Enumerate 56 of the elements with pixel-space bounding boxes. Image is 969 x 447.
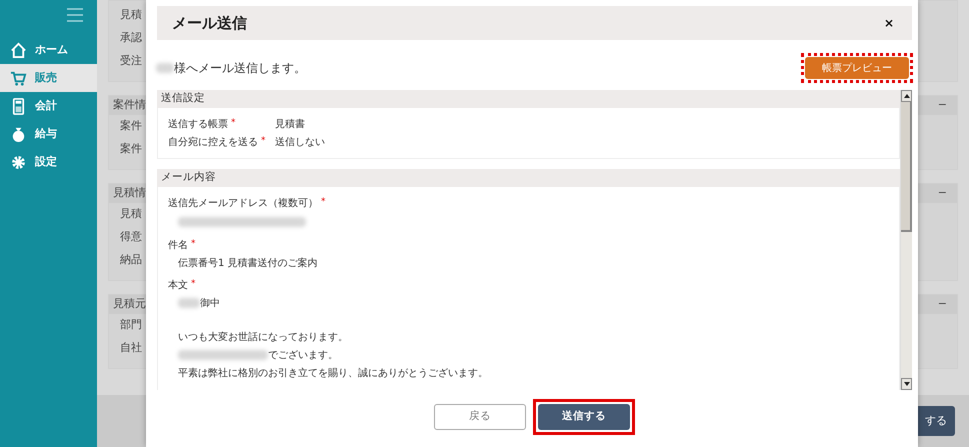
body-text: 伝票番号1 見積書送付のご案内 bbox=[178, 256, 318, 270]
field-label: 納品 bbox=[120, 252, 142, 268]
required-mark: * bbox=[321, 196, 326, 210]
required-mark: * bbox=[191, 278, 196, 292]
home-icon bbox=[10, 42, 27, 58]
required-mark: * bbox=[261, 134, 266, 148]
menu-icon[interactable] bbox=[67, 8, 83, 22]
money-bag-icon bbox=[10, 126, 27, 142]
scrollbar[interactable] bbox=[900, 90, 912, 390]
field-label: 承認 bbox=[120, 30, 142, 46]
field-label: 受注 bbox=[120, 53, 142, 70]
back-button[interactable]: 戻る bbox=[434, 404, 526, 430]
preview-button[interactable]: 帳票プレビュー bbox=[805, 57, 909, 79]
calculator-icon bbox=[10, 98, 27, 114]
field-value: 見積書 bbox=[275, 118, 305, 132]
sidebar-item[interactable]: 給与 bbox=[0, 120, 97, 148]
field-value: 送信しない bbox=[275, 136, 325, 150]
required-mark: * bbox=[231, 116, 236, 130]
collapse-toggle[interactable]: − bbox=[938, 185, 947, 202]
section-title: 送信設定 bbox=[161, 91, 205, 106]
scroll-up-icon[interactable] bbox=[904, 94, 910, 98]
cart-icon bbox=[10, 70, 27, 86]
field-label: 得意 bbox=[120, 229, 142, 246]
field-label: 件名 bbox=[168, 238, 188, 252]
section-title: メール内容 bbox=[161, 170, 216, 186]
body-text: 御中 bbox=[200, 296, 220, 310]
field-label: 送信する帳票 bbox=[168, 118, 228, 132]
field-label: 自分宛に控えを送る bbox=[168, 136, 258, 150]
send-button[interactable]: 送信する bbox=[538, 404, 630, 430]
intro-text: 様へメール送信します。 bbox=[174, 60, 306, 77]
collapse-toggle[interactable]: − bbox=[938, 296, 947, 313]
body-text: いつも大変お世話になっております。 bbox=[178, 330, 348, 344]
required-mark: * bbox=[191, 238, 196, 252]
scroll-down-icon[interactable] bbox=[904, 382, 910, 386]
sidebar-item[interactable]: 設定 bbox=[0, 148, 97, 176]
field-label: 本文 bbox=[168, 278, 188, 292]
settings-icon bbox=[10, 154, 27, 170]
panel-title: 案件情 bbox=[113, 97, 146, 114]
field-label: 案件 bbox=[120, 118, 142, 134]
body-text: でございます。 bbox=[268, 348, 338, 362]
panel-title: 見積情 bbox=[113, 185, 146, 202]
close-button[interactable]: × bbox=[882, 14, 896, 32]
sidebar-item[interactable]: 会計 bbox=[0, 92, 97, 120]
field-label: 案件 bbox=[120, 141, 142, 158]
field-label: 見積 bbox=[120, 206, 142, 222]
field-label: 送信先メールアドレス（複数可） bbox=[168, 196, 318, 210]
sidebar-item[interactable]: 販売 bbox=[0, 64, 97, 92]
field-label: 見積 bbox=[120, 7, 142, 24]
body-text: 平素は弊社に格別のお引き立てを賜り、誠にありがとうございます。 bbox=[178, 366, 488, 380]
field-label: 自社 bbox=[120, 340, 142, 356]
panel-title: 見積元 bbox=[113, 296, 146, 312]
dialog-title: メール送信 bbox=[172, 12, 247, 34]
field-label: 部門 bbox=[120, 317, 142, 334]
sidebar-item[interactable]: ホーム bbox=[0, 36, 97, 64]
scroll-thumb[interactable] bbox=[901, 102, 912, 232]
collapse-toggle[interactable]: − bbox=[938, 97, 947, 114]
